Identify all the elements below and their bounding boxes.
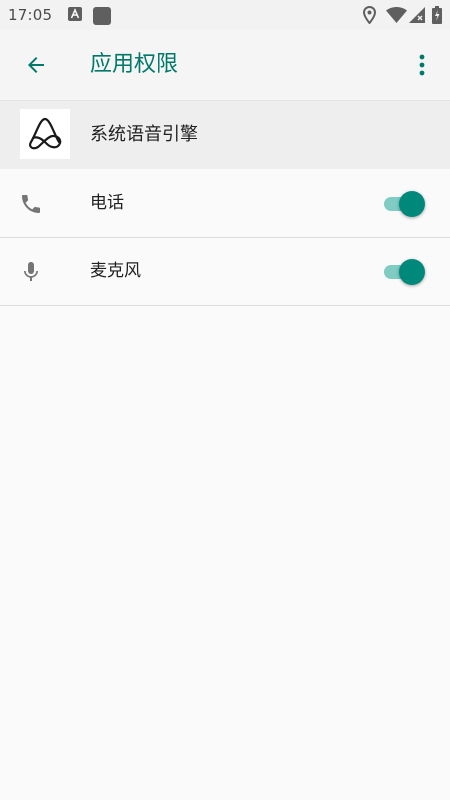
permission-row-phone[interactable]: 电话 (0, 170, 450, 238)
phone-icon (18, 191, 44, 217)
more-vert-icon (419, 54, 425, 76)
wifi-icon (386, 7, 407, 23)
permission-row-microphone[interactable]: 麦克风 (0, 238, 450, 306)
permission-label-phone: 电话 (90, 193, 124, 213)
phone-permission-toggle[interactable] (382, 190, 428, 218)
arrow-back-icon (28, 57, 44, 73)
app-logo-icon (20, 109, 70, 159)
app-header: 系统语音引擎 (0, 101, 450, 169)
location-icon (363, 6, 376, 24)
battery-icon (432, 6, 442, 24)
toggle-thumb (399, 259, 425, 285)
signal-icon (409, 7, 425, 23)
status-bar: 17:05 (0, 0, 450, 30)
app-bar: 应用权限 (0, 30, 450, 101)
mic-icon (18, 259, 44, 285)
more-options-button[interactable] (402, 41, 442, 89)
app-name: 系统语音引擎 (90, 124, 198, 145)
page-title: 应用权限 (90, 52, 179, 77)
toggle-thumb (399, 191, 425, 217)
square-notification-icon (93, 7, 111, 25)
back-button[interactable] (12, 41, 60, 89)
microphone-permission-toggle[interactable] (382, 258, 428, 286)
permissions-screen: 17:05 应用权限 系统语音引擎 电话 麦克风 (0, 0, 450, 800)
status-time: 17:05 (8, 6, 53, 24)
a-notification-icon (68, 7, 82, 21)
permission-label-microphone: 麦克风 (90, 261, 141, 281)
